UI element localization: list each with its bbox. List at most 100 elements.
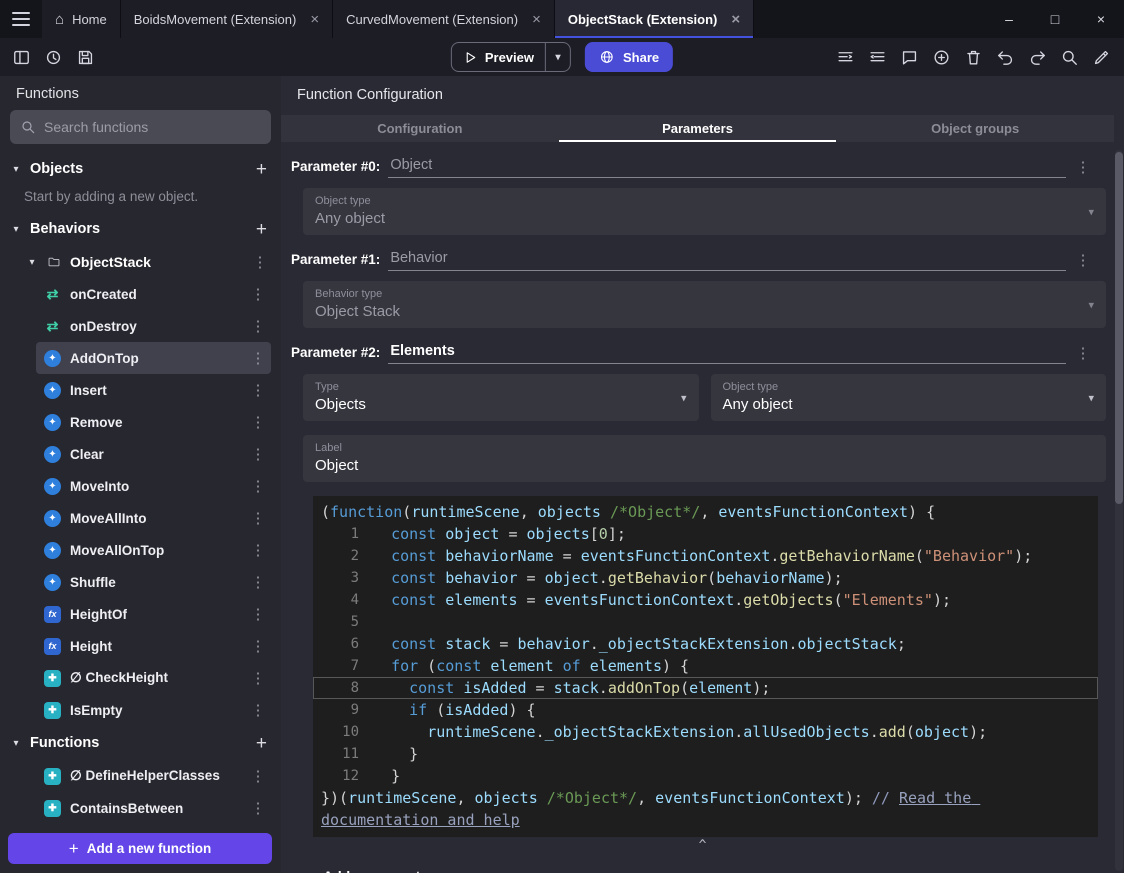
undo-icon[interactable] [990, 42, 1020, 72]
tree-item-isempty[interactable]: ✚ IsEmpty ⋮ [36, 694, 271, 726]
tree-section-functions[interactable]: ▾ Functions + [0, 726, 281, 760]
code-line[interactable]: 9 if (isAdded) { [313, 699, 1098, 721]
kebab-menu-icon[interactable]: ⋮ [247, 445, 269, 463]
field-label[interactable]: Label Object [303, 435, 1106, 482]
events-compact-icon[interactable] [862, 42, 892, 72]
tree-item-definehelperclasses[interactable]: ✚ ∅ DefineHelperClasses ⋮ [36, 760, 271, 792]
tree-item-shuffle[interactable]: ✦ Shuffle ⋮ [36, 566, 271, 598]
kebab-menu-icon[interactable]: ⋮ [247, 381, 269, 399]
code-line[interactable]: 7 for (const element of elements) { [313, 655, 1098, 677]
kebab-menu-icon[interactable]: ⋮ [247, 669, 269, 687]
parameter-name-input[interactable]: Elements [388, 343, 1066, 364]
kebab-menu-icon[interactable]: ⋮ [247, 317, 269, 335]
code-line[interactable]: })(runtimeScene, objects /*Object*/, eve… [313, 787, 1098, 831]
save-icon[interactable] [70, 42, 100, 72]
tree-item-insert[interactable]: ✦ Insert ⋮ [36, 374, 271, 406]
tree-folder-objectstack[interactable]: ▾ ObjectStack ⋮ [0, 246, 281, 278]
tab-object-groups[interactable]: Object groups [836, 115, 1114, 142]
code-line[interactable]: 11 } [313, 743, 1098, 765]
menu-icon[interactable] [0, 0, 42, 38]
kebab-menu-icon[interactable]: ⋮ [247, 413, 269, 431]
code-line[interactable]: 10 runtimeScene._objectStackExtension.al… [313, 721, 1098, 743]
add-circle-icon[interactable] [926, 42, 956, 72]
tree-item-oncreated[interactable]: ⇄ onCreated ⋮ [36, 278, 271, 310]
tab-parameters[interactable]: Parameters [559, 115, 837, 142]
tab-configuration[interactable]: Configuration [281, 115, 559, 142]
tree-item-clear[interactable]: ✦ Clear ⋮ [36, 438, 271, 470]
tree-item-ondestroy[interactable]: ⇄ onDestroy ⋮ [36, 310, 271, 342]
tree-item-heightof[interactable]: fx HeightOf ⋮ [36, 598, 271, 630]
events-list-icon[interactable] [830, 42, 860, 72]
editor-tab[interactable]: ⌂ Home [42, 0, 121, 38]
kebab-menu-icon[interactable]: ⋮ [1070, 251, 1096, 271]
add-parameter-button[interactable]: Add a parameter [323, 868, 433, 873]
add-icon[interactable]: + [256, 734, 267, 753]
search-box[interactable] [10, 110, 271, 144]
kebab-menu-icon[interactable]: ⋮ [247, 477, 269, 495]
kebab-menu-icon[interactable]: ⋮ [1070, 344, 1096, 364]
caret-down-icon[interactable]: ▾ [10, 738, 22, 749]
kebab-menu-icon[interactable]: ⋮ [249, 253, 271, 271]
kebab-menu-icon[interactable]: ⋮ [247, 541, 269, 559]
tree-item-moveallinto[interactable]: ✦ MoveAllInto ⋮ [36, 502, 271, 534]
add-icon[interactable]: + [256, 220, 267, 239]
field-object-type[interactable]: Object type Any object ▾ [303, 188, 1106, 235]
code-line[interactable]: 5 [313, 611, 1098, 633]
tree-item-containsbetween[interactable]: ✚ ContainsBetween ⋮ [36, 792, 271, 824]
field-type[interactable]: Type Objects ▾ [303, 374, 699, 421]
tree-section-behaviors[interactable]: ▾ Behaviors + [0, 212, 281, 246]
search-icon[interactable] [1054, 42, 1084, 72]
editor-tab[interactable]: CurvedMovement (Extension) × [333, 0, 555, 38]
tree-item-moveinto[interactable]: ✦ MoveInto ⋮ [36, 470, 271, 502]
trash-icon[interactable] [958, 42, 988, 72]
add-icon[interactable]: + [256, 160, 267, 179]
scrollbar[interactable] [1115, 150, 1123, 871]
code-line[interactable]: 1 const object = objects[0]; [313, 523, 1098, 545]
kebab-menu-icon[interactable]: ⋮ [247, 285, 269, 303]
scrollbar-thumb[interactable] [1115, 152, 1123, 504]
add-function-button[interactable]: + Add a new function [8, 833, 272, 864]
field-behavior-type[interactable]: Behavior type Object Stack ▾ [303, 281, 1106, 328]
tree-section-objects[interactable]: ▾ Objects + [0, 152, 281, 186]
kebab-menu-icon[interactable]: ⋮ [247, 767, 269, 785]
tab-close-icon[interactable]: × [532, 12, 541, 27]
comment-icon[interactable] [894, 42, 924, 72]
tree-item-checkheight[interactable]: ✚ ∅ CheckHeight ⋮ [36, 662, 271, 694]
history-icon[interactable] [38, 42, 68, 72]
caret-down-icon[interactable]: ▾ [26, 257, 38, 268]
caret-down-icon[interactable]: ▾ [10, 224, 22, 235]
tab-close-icon[interactable]: × [310, 12, 319, 27]
code-editor[interactable]: (function(runtimeScene, objects /*Object… [313, 496, 1098, 837]
kebab-menu-icon[interactable]: ⋮ [247, 349, 269, 367]
kebab-menu-icon[interactable]: ⋮ [247, 637, 269, 655]
search-input[interactable] [44, 119, 261, 135]
caret-down-icon[interactable]: ▾ [10, 164, 22, 175]
code-line[interactable]: 3 const behavior = object.getBehavior(be… [313, 567, 1098, 589]
tree-item-moveallontop[interactable]: ✦ MoveAllOnTop ⋮ [36, 534, 271, 566]
tab-close-icon[interactable]: × [731, 12, 740, 27]
kebab-menu-icon[interactable]: ⋮ [247, 701, 269, 719]
edit-theme-icon[interactable] [1086, 42, 1116, 72]
minimize-button[interactable]: – [986, 0, 1032, 38]
code-line[interactable]: 6 const stack = behavior._objectStackExt… [313, 633, 1098, 655]
share-button[interactable]: Share [585, 42, 674, 72]
tree-item-addontop[interactable]: ✦ AddOnTop ⋮ [36, 342, 271, 374]
kebab-menu-icon[interactable]: ⋮ [247, 509, 269, 527]
tree-item-remove[interactable]: ✦ Remove ⋮ [36, 406, 271, 438]
kebab-menu-icon[interactable]: ⋮ [1070, 158, 1096, 178]
code-line[interactable]: 12 } [313, 765, 1098, 787]
code-line[interactable]: 4 const elements = eventsFunctionContext… [313, 589, 1098, 611]
close-button[interactable]: × [1078, 0, 1124, 38]
maximize-button[interactable]: □ [1032, 0, 1078, 38]
kebab-menu-icon[interactable]: ⋮ [247, 799, 269, 817]
editor-tab[interactable]: ObjectStack (Extension) × [554, 0, 755, 38]
code-line[interactable]: 8 const isAdded = stack.addOnTop(element… [313, 677, 1098, 699]
panels-icon[interactable] [6, 42, 36, 72]
code-line[interactable]: (function(runtimeScene, objects /*Object… [313, 501, 1098, 523]
parameter-name-input[interactable]: Behavior [388, 250, 1066, 271]
collapse-editor-icon[interactable]: ^ [291, 838, 1114, 853]
parameter-name-input[interactable]: Object [388, 157, 1066, 178]
kebab-menu-icon[interactable]: ⋮ [247, 573, 269, 591]
redo-icon[interactable] [1022, 42, 1052, 72]
field-object-type[interactable]: Object type Any object ▾ [710, 374, 1106, 421]
